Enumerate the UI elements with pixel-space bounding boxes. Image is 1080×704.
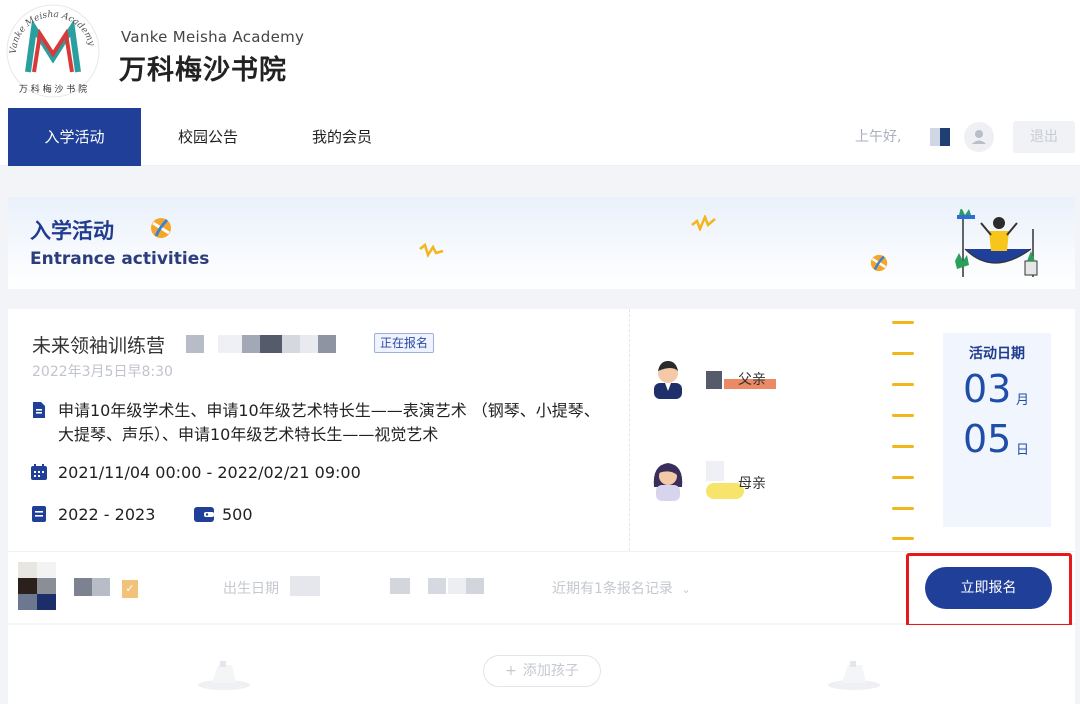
apply-now-button[interactable]: 立即报名: [925, 567, 1052, 609]
timeline-tick: [892, 476, 914, 479]
activity-details: 未来领袖训练营 正在报名 2022年3月5日早8:30 申请10年级学术生、申请…: [8, 309, 630, 551]
father-label: 父亲: [738, 372, 766, 388]
badge-icon: ✓: [122, 580, 138, 598]
registration-records-link[interactable]: 近期有1条报名记录 ⌄: [552, 578, 691, 598]
user-icon: [972, 130, 986, 144]
landscape-decoration-icon: [198, 661, 250, 690]
tab-admission-activities[interactable]: 入学活动: [8, 108, 141, 166]
wallet-icon: [194, 507, 214, 522]
school-year: 2022 - 2023: [58, 505, 156, 524]
parent-mother: 母亲: [648, 457, 798, 501]
mother-avatar: [653, 463, 683, 501]
timeline-tick: [892, 507, 914, 510]
banner-title: 入学活动: [30, 219, 114, 243]
registration-period: 2021/11/04 00:00 - 2022/02/21 09:00: [58, 463, 361, 482]
records-text: 近期有1条报名记录: [552, 581, 673, 597]
list-icon: [32, 506, 46, 522]
greeting-text: 上午好,: [855, 129, 902, 145]
fee: 500: [222, 505, 253, 524]
brand-name-en: Vanke Meisha Academy: [121, 28, 305, 46]
event-date-box: 活动日期 03 月 05 日: [943, 333, 1051, 527]
hammock-illustration: [955, 209, 1038, 277]
landscape-decoration-icon: [828, 661, 880, 690]
calendar-icon: [31, 464, 47, 480]
father-avatar: [654, 361, 682, 399]
timeline-tick: [892, 414, 914, 417]
event-day: 05: [963, 417, 1012, 461]
squiggle-icon: [419, 243, 444, 259]
user-avatar[interactable]: [964, 122, 994, 152]
header: Vanke Meisha Academy 万 科 梅 沙 书 院 Vanke M…: [0, 0, 1080, 108]
seal-text-cn: 万 科 梅 沙 书 院: [19, 83, 87, 95]
section-banner: 入学活动 Entrance activities: [8, 197, 1075, 289]
beach-ball-icon: [870, 254, 888, 272]
event-date-label: 活动日期: [969, 346, 1025, 362]
add-child-label: 添加孩子: [522, 663, 579, 679]
add-child-button[interactable]: + 添加孩子: [483, 655, 601, 687]
chevron-down-icon: ⌄: [681, 583, 691, 596]
month-unit: 月: [1016, 393, 1030, 408]
redacted-name: [706, 461, 724, 481]
birth-date-redacted: [290, 576, 520, 596]
activity-title: 未来领袖训练营: [32, 335, 166, 357]
banner-subtitle: Entrance activities: [30, 249, 210, 269]
plus-icon: +: [505, 663, 517, 679]
child-name-redacted: [74, 578, 112, 596]
logout-button[interactable]: 退出: [1013, 121, 1075, 153]
academy-logo: Vanke Meisha Academy 万 科 梅 沙 书 院: [6, 4, 100, 98]
status-badge: 正在报名: [374, 333, 435, 353]
brand-name-cn: 万科梅沙书院: [119, 55, 287, 86]
redacted-name: [706, 371, 722, 389]
activity-date-text: 2022年3月5日早8:30: [32, 364, 173, 380]
timeline-tick: [892, 352, 914, 355]
birth-date-label: 出生日期: [223, 581, 279, 597]
timeline-tick: [892, 445, 914, 448]
activity-card: 未来领袖训练营 正在报名 2022年3月5日早8:30 申请10年级学术生、申请…: [8, 309, 1075, 551]
timeline-tick: [892, 383, 914, 386]
redacted-text: [186, 335, 346, 353]
day-unit: 日: [1016, 443, 1030, 458]
target-grades: 申请10年级学术生、申请10年级艺术特长生——表演艺术 （钢琴、小提琴、大提琴、…: [58, 401, 600, 444]
tab-campus-notices[interactable]: 校园公告: [141, 108, 275, 166]
username-redacted: [930, 128, 950, 146]
add-child-area: + 添加孩子: [8, 625, 1075, 704]
mother-label: 母亲: [738, 476, 766, 492]
parent-father: 父亲: [648, 355, 798, 399]
child-avatar: [18, 562, 56, 610]
tab-my-membership[interactable]: 我的会员: [275, 108, 409, 166]
timeline-tick: [892, 537, 914, 540]
top-nav: 入学活动 校园公告 我的会员 上午好, 退出: [0, 108, 1080, 166]
squiggle-icon: [691, 215, 716, 231]
event-month: 03: [963, 367, 1012, 411]
timeline-tick: [892, 321, 914, 324]
beach-ball-icon: [151, 218, 171, 238]
document-icon: [33, 402, 45, 418]
